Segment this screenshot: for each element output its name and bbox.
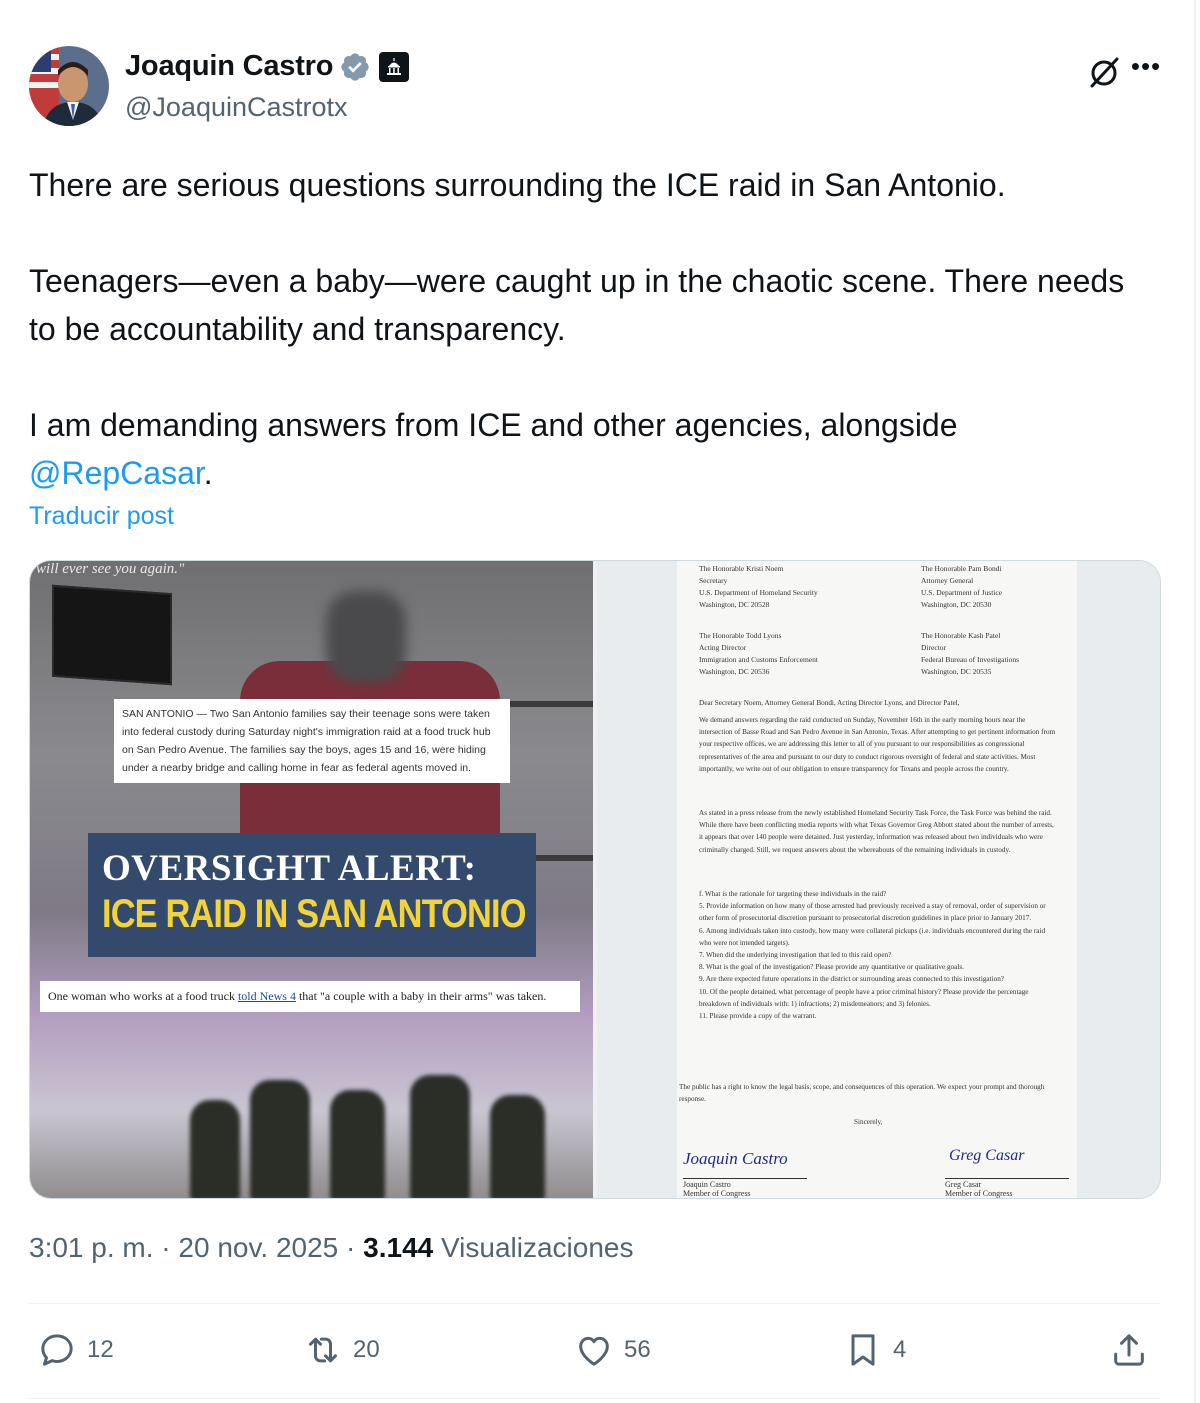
news-excerpt: SAN ANTONIO — Two San Antonio families s…	[114, 699, 510, 783]
media-image-letter[interactable]: The Honorable Kristi Noem Secretary U.S. D…	[597, 561, 1160, 1198]
address-noem: The Honorable Kristi Noem Secretary U.S. D…	[699, 564, 818, 609]
reply-count: 12	[87, 1336, 114, 1363]
bookmark-icon	[851, 1334, 875, 1366]
repost-button[interactable]: 20	[303, 1330, 380, 1370]
tweet-paragraph-3-text: I am demanding answers from ICE and othe…	[29, 407, 958, 443]
tweet-text: There are serious questions surrounding …	[29, 161, 1139, 497]
oversight-alert-banner: OVERSIGHT ALERT: ICE RAID IN SAN ANTONIO	[88, 833, 536, 957]
tweet-paragraph-1: There are serious questions surrounding …	[29, 167, 1006, 203]
tweet-header: Joaquin Castro @JoaquinCastrotx •••	[29, 46, 1164, 130]
letter-salutation: Dear Secretary Noem, Attorney General Bo…	[699, 699, 960, 707]
like-button[interactable]: 56	[574, 1330, 651, 1370]
letter-closing: The public has a right to know the legal…	[679, 1083, 1045, 1104]
letter-paragraph-1: We demand answers regarding the raid con…	[699, 716, 1056, 773]
author-handle[interactable]: @JoaquinCastrotx	[125, 92, 348, 123]
meta-separator: ·	[338, 1232, 364, 1263]
column-border	[1194, 0, 1196, 1403]
woman-quote-excerpt: One woman who works at a food truck told…	[40, 981, 580, 1012]
tv-screen	[52, 584, 172, 686]
capitol-badge-icon[interactable]	[379, 51, 410, 82]
alert-title: OVERSIGHT ALERT:	[102, 848, 477, 889]
repost-count: 20	[353, 1336, 380, 1363]
repost-icon	[309, 1337, 337, 1363]
signature-casar: Greg Casar	[949, 1147, 1025, 1164]
address-lyons: The Honorable Todd Lyons Acting Director I…	[699, 631, 818, 676]
caption-quote: will ever see you again."	[36, 561, 185, 577]
heart-icon	[579, 1336, 609, 1366]
signer-casar: Greg Casar Member of Congress	[945, 1178, 1069, 1198]
name-row: Joaquin Castro	[125, 50, 410, 83]
signer-castro: Joaquin Castro Member of Congress	[683, 1178, 807, 1198]
woman-quote-text: One woman who works at a food truck	[48, 989, 238, 1003]
woman-quote-text-end: that "a couple with a baby in their arms…	[295, 989, 547, 1003]
mention-link[interactable]: @RepCasar	[29, 455, 204, 491]
media-grid: will ever see you again." SAN ANTONIO — …	[29, 560, 1161, 1199]
media-image-oversight-alert[interactable]: will ever see you again." SAN ANTONIO — …	[30, 561, 593, 1198]
letter-paragraph-2: As stated in a press release from the ne…	[699, 809, 1054, 854]
like-count: 56	[624, 1336, 651, 1363]
letter-questions: f. What is the rationale for targeting t…	[699, 890, 1046, 1021]
tweet-period: .	[203, 455, 213, 491]
views-count: 3.144	[363, 1232, 434, 1263]
views-label: Visualizaciones	[433, 1232, 634, 1263]
reply-icon	[41, 1334, 73, 1366]
more-options-icon[interactable]: •••	[1128, 53, 1164, 86]
share-button[interactable]	[1109, 1330, 1149, 1370]
signature-castro: Joaquin Castro	[683, 1149, 788, 1168]
tweet-paragraph-3: I am demanding answers from ICE and othe…	[29, 401, 1139, 497]
translate-link[interactable]: Traducir post	[29, 502, 174, 531]
author-name[interactable]: Joaquin Castro	[125, 50, 333, 83]
divider-bottom	[29, 1398, 1161, 1399]
alert-subtitle: ICE RAID IN SAN ANTONIO	[102, 892, 526, 936]
action-bar: 12 20 56 4	[29, 1320, 1161, 1384]
tweet-meta: 3:01 p. m. · 20 nov. 2025 · 3.144 Visual…	[29, 1232, 633, 1264]
avatar[interactable]	[29, 46, 109, 126]
meta-separator: ·	[153, 1232, 179, 1263]
address-bondi: The Honorable Pam Bondi Attorney General U…	[921, 564, 1003, 609]
verified-badge-icon[interactable]	[339, 51, 371, 83]
bookmark-button[interactable]: 4	[843, 1330, 906, 1370]
tweet-time[interactable]: 3:01 p. m.	[29, 1232, 154, 1263]
letter-sincerely: Sincerely,	[854, 1118, 883, 1126]
divider-top	[29, 1303, 1161, 1304]
tweet-paragraph-2: Teenagers—even a baby—were caught up in …	[29, 263, 1125, 347]
reply-button[interactable]: 12	[37, 1330, 114, 1370]
news4-link: told News 4	[237, 989, 296, 1003]
share-icon	[1114, 1334, 1144, 1366]
agents-crowd	[180, 1071, 560, 1198]
grok-icon[interactable]	[1086, 54, 1122, 90]
address-patel: The Honorable Kash Patel Director Federal …	[921, 631, 1020, 676]
tweet-date[interactable]: 20 nov. 2025	[178, 1232, 338, 1263]
bookmark-count: 4	[893, 1336, 907, 1363]
blurred-face	[326, 591, 406, 683]
